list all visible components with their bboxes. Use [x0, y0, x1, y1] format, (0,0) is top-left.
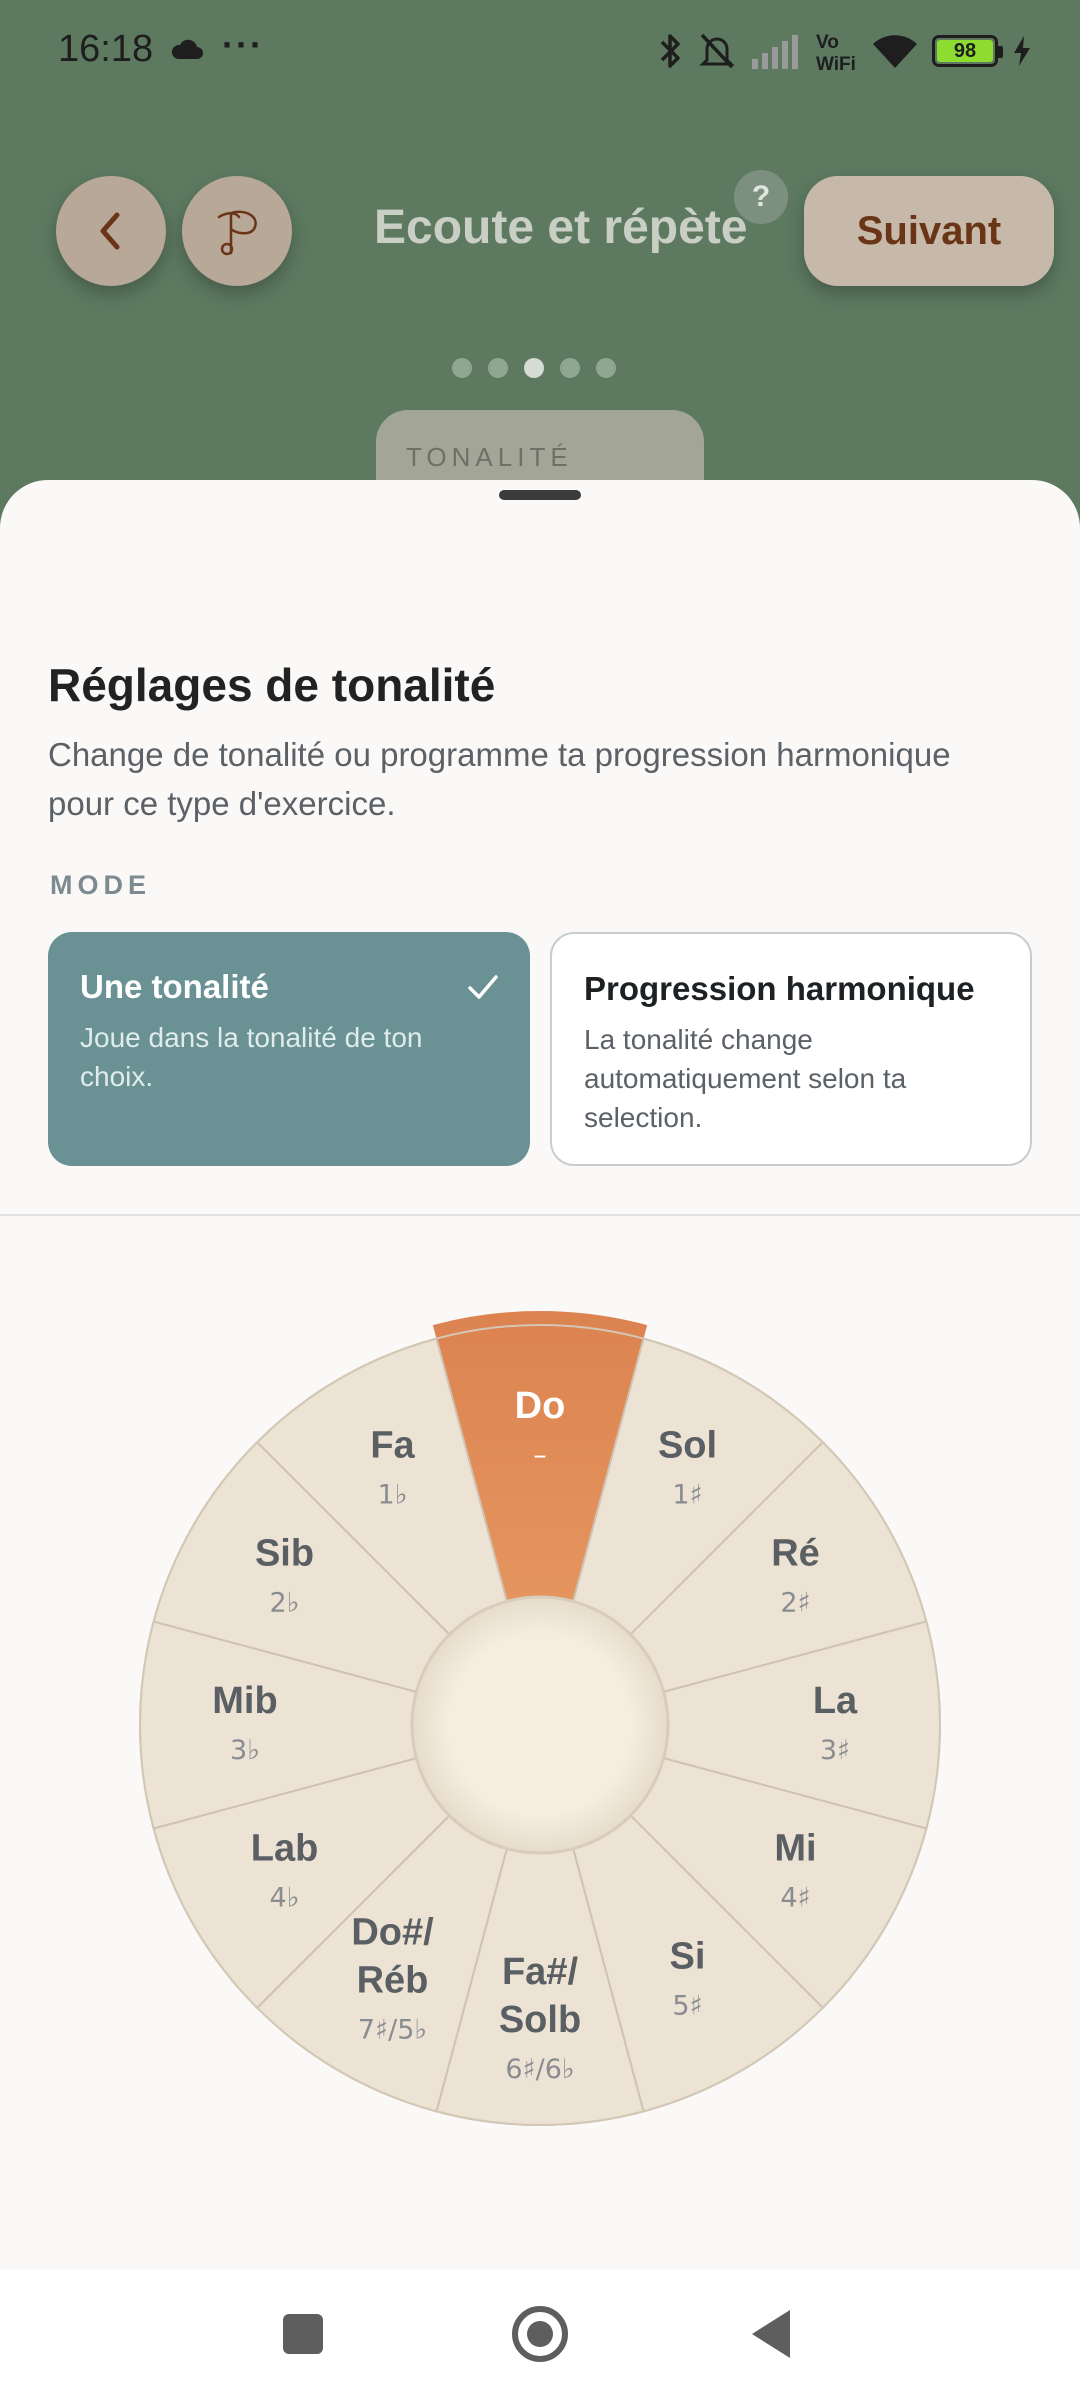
status-bar: 16:18 ··· Vo WiFi 98	[0, 0, 1080, 100]
circle-of-fifths: Do– Sol1♯Ré2♯La3♯Mi4♯Si5♯Fa#/Solb6♯/6♭Do#…	[139, 1311, 941, 2126]
mode-subtitle: Joue dans la tonalité de ton choix.	[80, 1022, 423, 1092]
step-dot	[596, 358, 616, 378]
step-dot	[452, 358, 472, 378]
key-name: Si	[670, 1935, 706, 1977]
battery-level: 98	[937, 40, 993, 62]
bluetooth-icon	[660, 34, 680, 68]
svg-text:WiFi: WiFi	[816, 54, 856, 72]
signal-icon	[752, 35, 798, 69]
key-name: Ré	[771, 1533, 820, 1575]
system-nav-bar	[0, 2270, 1080, 2400]
battery-icon: 98	[932, 35, 1003, 67]
check-icon	[468, 975, 498, 999]
wheel-hub	[410, 1595, 670, 1855]
wifi-icon	[873, 35, 917, 68]
mode-card-progression[interactable]: Progression harmonique La tonalité chang…	[550, 932, 1032, 1166]
key-signature: 7♯/5♭	[358, 2014, 427, 2045]
divider	[0, 1214, 1080, 1216]
charging-icon	[1014, 36, 1030, 66]
step-indicator	[452, 358, 616, 378]
key-signature: 3♭	[230, 1735, 260, 1766]
key-signature: 2♭	[270, 1588, 300, 1619]
key-name: Mib	[212, 1680, 277, 1722]
back-button[interactable]	[56, 176, 166, 286]
key-signature: 4♯	[780, 1883, 810, 1914]
help-button[interactable]: ?	[734, 170, 788, 224]
step-dot	[524, 358, 544, 378]
tonalite-chip-label: TONALITÉ	[406, 442, 573, 472]
vowifi-icon: Vo WiFi	[816, 32, 856, 72]
next-button[interactable]: Suivant	[804, 176, 1054, 286]
home-button[interactable]	[512, 2306, 568, 2362]
cloud-icon	[171, 39, 203, 59]
key-signature: –	[533, 1440, 547, 1471]
chevron-left-icon	[100, 212, 120, 250]
step-dot	[560, 358, 580, 378]
key-name: Fa	[370, 1425, 415, 1467]
key-signature: 1♯	[672, 1480, 702, 1511]
key-signature: 5♯	[672, 1990, 702, 2021]
key-name: Do	[515, 1385, 566, 1427]
step-dot	[488, 358, 508, 378]
sheet-title: Réglages de tonalité	[48, 659, 496, 711]
logo-button[interactable]	[182, 176, 292, 286]
system-back-button[interactable]	[752, 2310, 790, 2358]
recents-button[interactable]	[283, 2314, 323, 2354]
key-name: Sib	[255, 1533, 314, 1575]
sheet-drag-handle[interactable]	[499, 490, 581, 500]
key-signature: 1♭	[378, 1480, 408, 1511]
app-logo-icon	[217, 210, 257, 256]
mode-title: Progression harmonique	[584, 970, 975, 1007]
page-title: Ecoute et répète	[374, 201, 748, 254]
status-time: 16:18	[58, 28, 154, 70]
mode-subtitle: La tonalité change automatiquement selon…	[584, 1024, 907, 1133]
svg-text:Vo: Vo	[816, 32, 839, 53]
key-signature: 6♯/6♭	[505, 2054, 574, 2085]
status-icons: Vo WiFi 98	[658, 26, 1032, 76]
mode-card-single-key[interactable]: Une tonalité Joue dans la tonalité de to…	[48, 932, 530, 1166]
key-signature: 2♯	[780, 1588, 810, 1619]
key-name: Mi	[774, 1828, 816, 1870]
key-signature: 4♭	[270, 1883, 300, 1914]
mode-title: Une tonalité	[80, 968, 269, 1005]
mute-icon	[699, 33, 735, 69]
mode-label: MODE	[50, 870, 151, 900]
key-name: Lab	[251, 1828, 319, 1870]
key-signature: 3♯	[820, 1735, 850, 1766]
key-name: Sol	[658, 1425, 717, 1467]
key-name: La	[813, 1680, 858, 1722]
more-notifications: ···	[222, 24, 264, 65]
sheet-description: Change de tonalité ou programme ta progr…	[48, 736, 951, 822]
